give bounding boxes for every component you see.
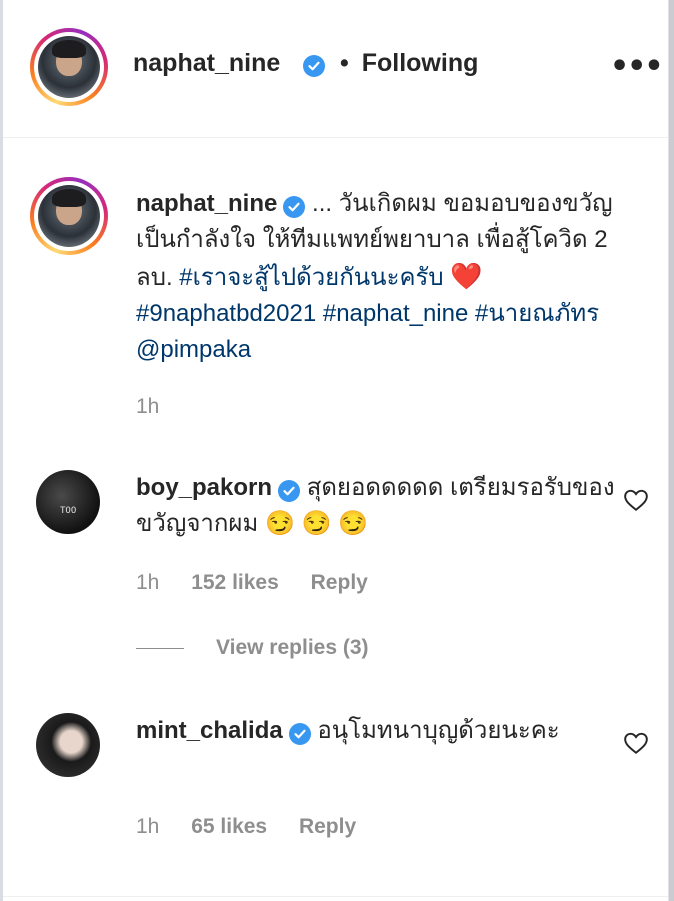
reply-button[interactable]: Reply	[299, 815, 356, 838]
follow-status[interactable]: • Following	[340, 49, 478, 78]
mention-link[interactable]: @pimpaka	[136, 336, 251, 363]
post-header: naphat_nine • Following •••	[3, 0, 668, 138]
heart-emoji: ❤️	[450, 261, 483, 291]
smirk-emoji: 😏 😏 😏	[264, 510, 368, 537]
avatar-photo	[38, 185, 100, 247]
verified-badge-icon	[303, 55, 325, 77]
comment-timestamp[interactable]: 1h	[136, 571, 159, 594]
comment-text: อนุโมทนาบุญด้วยนะคะ	[310, 717, 560, 744]
following-button[interactable]: Following	[362, 49, 479, 77]
separator-dot: •	[340, 49, 349, 77]
reply-button[interactable]: Reply	[311, 571, 368, 594]
commenter-avatar[interactable]	[36, 713, 100, 777]
comment-meta: 1h 65 likes Reply	[136, 815, 382, 839]
like-heart-icon[interactable]	[623, 487, 649, 513]
like-heart-icon[interactable]	[623, 730, 649, 756]
view-replies-label: View replies (3)	[216, 636, 369, 659]
caption-meta: 1h	[136, 395, 185, 419]
view-replies-button[interactable]: View replies (3)	[136, 636, 369, 660]
comment-username[interactable]: boy_pakorn	[136, 474, 272, 501]
replies-divider	[136, 647, 184, 649]
comment-username[interactable]: mint_chalida	[136, 717, 283, 744]
verified-badge-icon	[283, 196, 306, 218]
header-username[interactable]: naphat_nine	[133, 49, 280, 78]
caption-username[interactable]: naphat_nine	[136, 190, 277, 217]
likes-count[interactable]: 65 likes	[191, 815, 267, 838]
hashtag-link[interactable]: #นายณภัทร	[475, 300, 599, 327]
commenter-avatar[interactable]	[36, 470, 100, 534]
window-edge-right	[669, 0, 674, 901]
verified-badge-icon	[288, 723, 311, 745]
caption-timestamp[interactable]: 1h	[136, 395, 159, 418]
more-options-icon[interactable]: •••	[610, 52, 664, 82]
caption-avatar[interactable]	[30, 177, 108, 255]
avatar-photo	[38, 36, 100, 98]
header-avatar[interactable]	[30, 28, 108, 106]
comment: mint_chalida อนุโมทนาบุญด้วยนะคะ	[136, 713, 616, 749]
section-divider	[3, 896, 668, 897]
comment-meta: 1h 152 likes Reply	[136, 571, 394, 595]
comment: boy_pakorn สุดยอดดดดด เตรียมรอรับของขวัญ…	[136, 470, 616, 542]
hashtag-link[interactable]: #9naphatbd2021	[136, 300, 316, 327]
hashtag-link[interactable]: #เราจะสู้ไปด้วยกันนะครับ	[179, 264, 443, 291]
comment-timestamp[interactable]: 1h	[136, 815, 159, 838]
hashtag-link[interactable]: #naphat_nine	[323, 300, 468, 327]
likes-count[interactable]: 152 likes	[191, 571, 279, 594]
verified-badge-icon	[278, 480, 301, 502]
post-caption: naphat_nine ... วันเกิดผม ขอมอบของขวัญ เ…	[136, 186, 646, 368]
